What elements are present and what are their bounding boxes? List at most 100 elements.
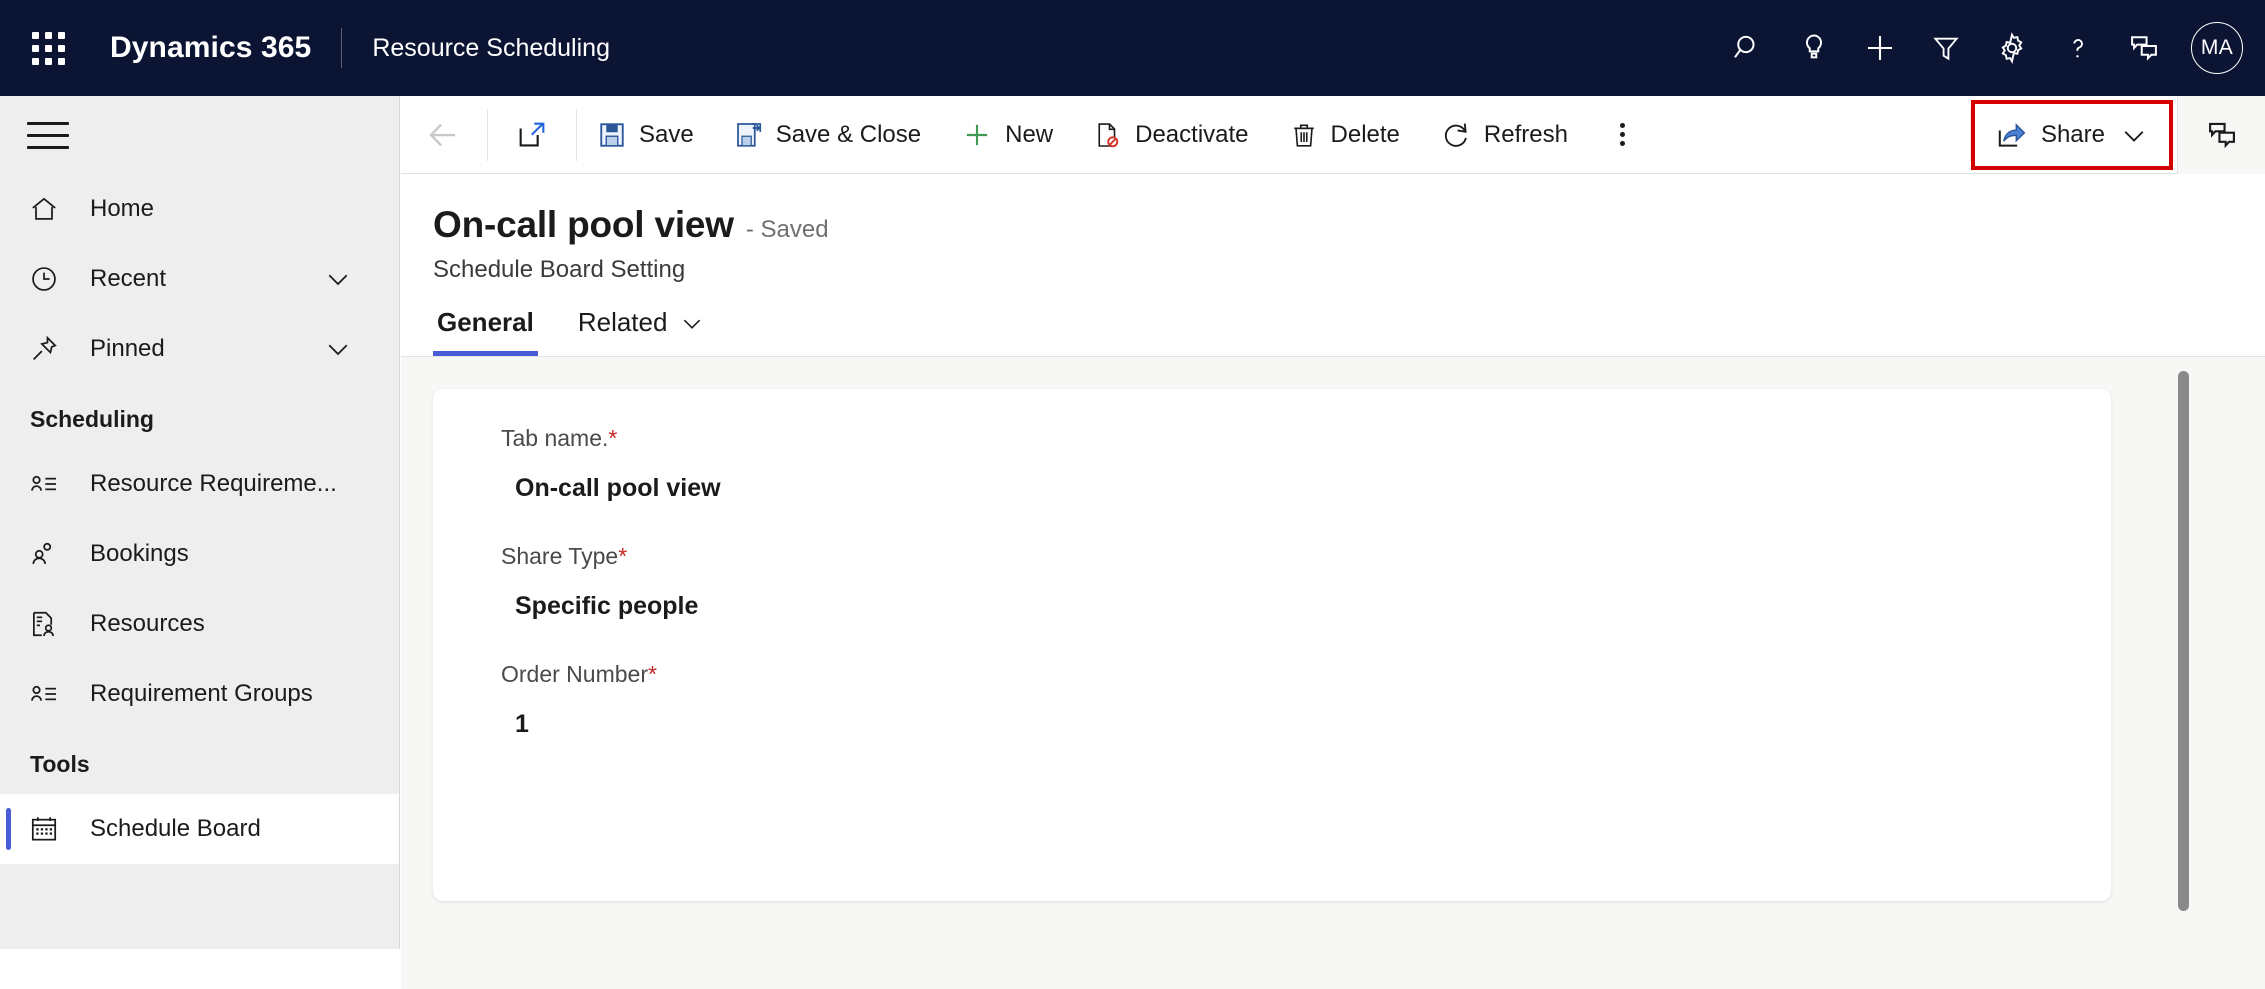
title-row: On-call pool view - Saved (433, 204, 2265, 246)
plus-icon (1868, 36, 1892, 60)
calendar-icon (28, 813, 74, 845)
popout-button[interactable] (488, 96, 576, 174)
pin-icon (28, 333, 74, 365)
sidebar-item-label: Home (90, 195, 155, 222)
home-icon (28, 193, 74, 225)
field-label-text: Order Number (501, 661, 648, 687)
refresh-button[interactable]: Refresh (1420, 96, 1588, 174)
sidebar-item-label: Pinned (90, 335, 165, 362)
search-icon (1734, 35, 1755, 58)
settings-button[interactable] (1979, 0, 2045, 96)
sidebar-item-home[interactable]: Home (0, 174, 399, 244)
contact-list-icon (28, 678, 74, 710)
feedback-icon (2208, 122, 2235, 148)
sidebar-item-label: Resources (90, 610, 205, 637)
app-launcher-button[interactable] (0, 0, 96, 96)
deactivate-label: Deactivate (1135, 120, 1249, 148)
lightbulb-icon (1805, 34, 1823, 59)
sidebar-item-requirement-groups[interactable]: Requirement Groups (0, 659, 399, 729)
command-bar: Save Save & Close New Deactivate Delete … (401, 95, 2265, 174)
header-actions: MA (1715, 0, 2265, 96)
chevron-down-icon[interactable] (323, 264, 353, 294)
form-card: Tab name.* On-call pool view Share Type*… (433, 389, 2111, 901)
sidebar-item-label: Requirement Groups (90, 680, 313, 707)
sidebar-item-label: Recent (90, 265, 167, 292)
arrow-left-icon (429, 123, 456, 146)
popout-icon (519, 122, 545, 147)
chevron-down-icon (2124, 130, 2144, 142)
required-asterisk: * (608, 425, 618, 451)
sidebar-item-label: Schedule Board (90, 815, 261, 842)
save-status: - Saved (745, 216, 829, 243)
save-label: Save (639, 120, 694, 148)
app-launcher-icon (31, 31, 65, 65)
contact-list-icon (28, 468, 74, 500)
vertical-scrollbar[interactable] (2178, 371, 2189, 911)
gear-icon (2001, 32, 2023, 64)
new-button[interactable]: New (941, 96, 1073, 174)
feedback-icon (2131, 36, 2157, 61)
search-button[interactable] (1715, 0, 1781, 96)
clock-icon (28, 263, 74, 295)
insights-button[interactable] (1781, 0, 1847, 96)
main-region: Save Save & Close New Deactivate Delete … (401, 95, 2265, 989)
form-area: Tab name.* On-call pool view Share Type*… (401, 357, 2265, 989)
more-options-icon (1620, 119, 1626, 150)
avatar[interactable]: MA (2191, 22, 2243, 74)
required-asterisk: * (618, 543, 628, 569)
resource-icon (28, 608, 74, 640)
field-label: Tab name.* (501, 425, 2111, 452)
refresh-icon (1444, 122, 1467, 147)
quick-create-button[interactable] (1847, 0, 1913, 96)
sidebar-item-bookings[interactable]: Bookings (0, 519, 399, 589)
save-and-close-button[interactable]: Save & Close (714, 96, 941, 174)
back-button[interactable] (401, 96, 487, 174)
required-asterisk: * (647, 661, 657, 687)
sidebar-item-label: Resource Requireme... (90, 470, 337, 497)
share-button[interactable]: Share (1970, 99, 2173, 170)
sidebar-group-tools: Tools (30, 751, 90, 777)
app-header: Dynamics 365 Resource Scheduling MA (0, 0, 2265, 96)
more-options-button[interactable] (1588, 96, 1658, 174)
trash-icon (1293, 123, 1314, 147)
sidebar-item-pinned[interactable]: Pinned (0, 314, 399, 384)
header-divider (341, 28, 343, 68)
tab-general[interactable]: General (433, 307, 538, 356)
tab-related[interactable]: Related (574, 307, 710, 356)
deactivate-button[interactable]: Deactivate (1073, 96, 1268, 174)
sidebar-item-recent[interactable]: Recent (0, 244, 399, 314)
entity-name: Schedule Board Setting (433, 256, 686, 283)
field-order-number: Order Number* 1 (501, 661, 2111, 739)
hamburger-icon (27, 113, 69, 158)
command-bar-right: Share (1969, 95, 2265, 174)
app-name[interactable]: Resource Scheduling (372, 34, 610, 63)
deactivate-icon (1098, 122, 1119, 147)
filter-button[interactable] (1913, 0, 1979, 96)
chevron-down-icon[interactable] (323, 334, 353, 364)
share-type-input[interactable]: Specific people (501, 592, 2111, 621)
tab-related-label: Related (577, 307, 668, 337)
filter-icon (1933, 37, 1959, 61)
sidebar: Home Recent Pinned Scheduling Resource R… (0, 96, 400, 949)
sidebar-toggle-button[interactable] (0, 96, 96, 174)
share-label: Share (2040, 120, 2105, 148)
help-button[interactable] (2045, 0, 2111, 96)
brand-title[interactable]: Dynamics 365 (110, 31, 311, 65)
tab-general-label: General (437, 307, 534, 337)
sidebar-item-schedule-board[interactable]: Schedule Board (0, 794, 399, 864)
feedback-button[interactable] (2177, 95, 2265, 174)
delete-button[interactable]: Delete (1269, 96, 1420, 174)
record-header: On-call pool view - Saved Schedule Board… (401, 174, 2265, 284)
page-title: On-call pool view (433, 204, 734, 245)
tab-name-input[interactable]: On-call pool view (501, 474, 2111, 503)
sidebar-group-scheduling: Scheduling (30, 406, 154, 432)
sidebar-item-resources[interactable]: Resources (0, 589, 399, 659)
field-label-text: Share Type (501, 543, 619, 569)
refresh-label: Refresh (1483, 120, 1568, 148)
header-feedback-button[interactable] (2111, 0, 2177, 96)
order-number-input[interactable]: 1 (501, 710, 2111, 739)
chevron-down-icon (684, 319, 701, 329)
save-button[interactable]: Save (577, 96, 714, 174)
sidebar-item-resource-requirements[interactable]: Resource Requireme... (0, 449, 399, 519)
people-icon (28, 538, 74, 570)
